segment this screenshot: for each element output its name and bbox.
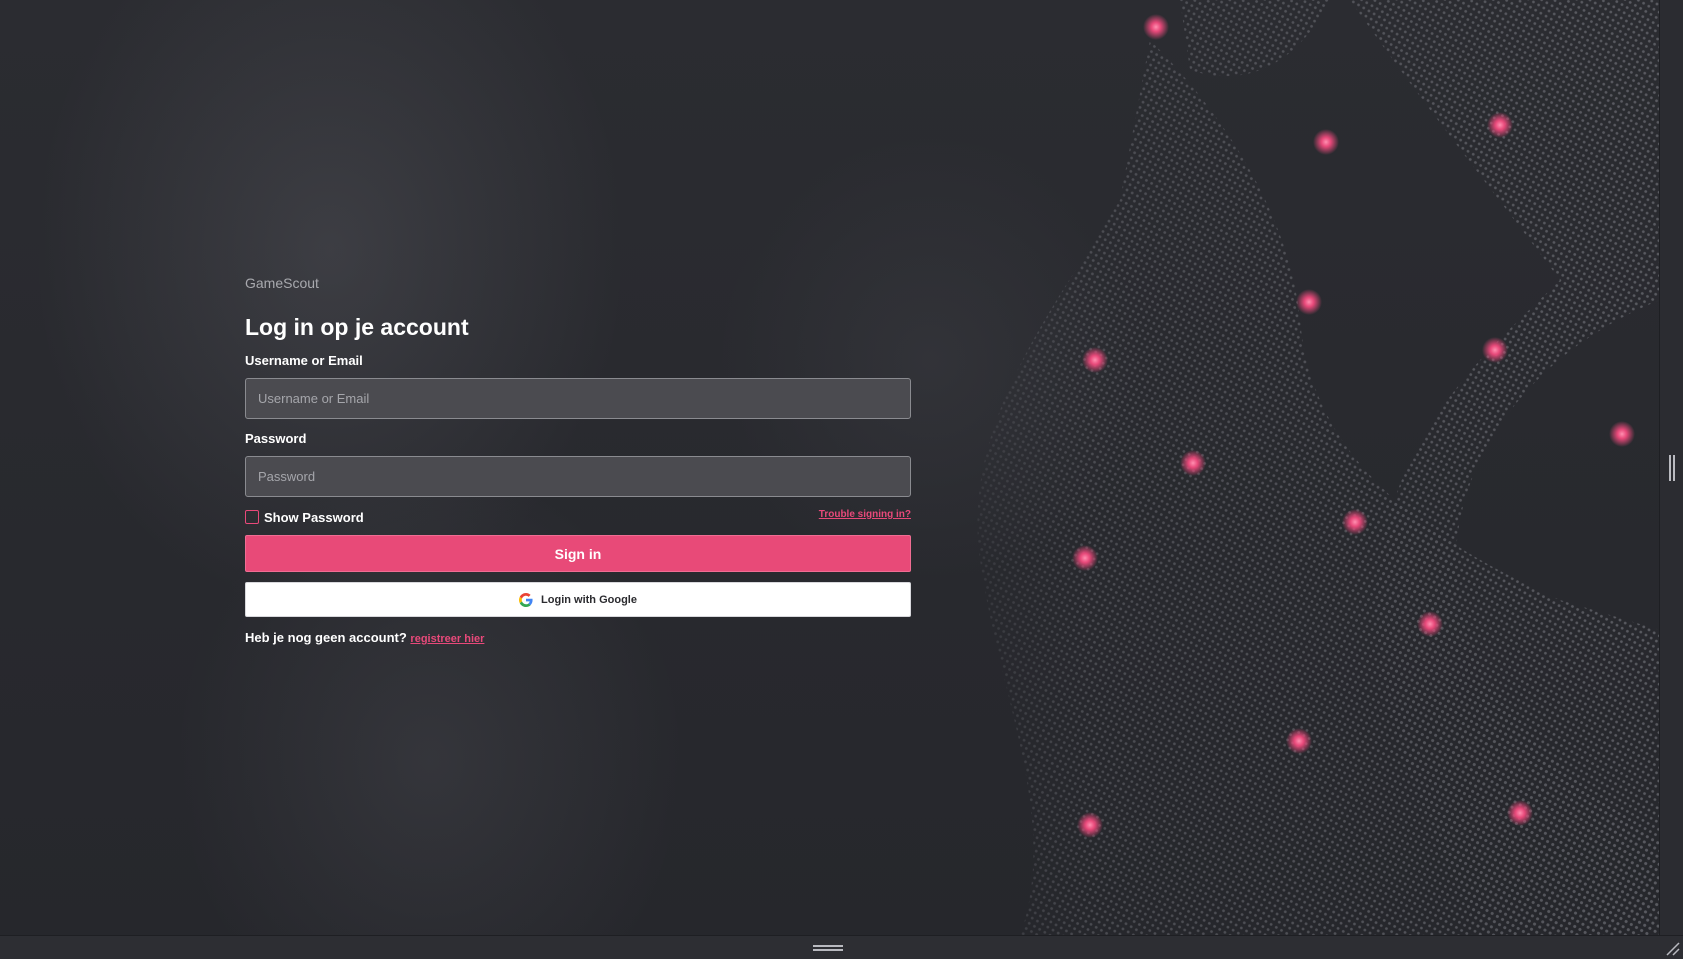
register-prompt: Heb je nog geen account? registreer hier xyxy=(245,630,484,645)
resize-corner-icon[interactable] xyxy=(1665,941,1681,957)
password-input[interactable] xyxy=(245,456,911,497)
login-page: GameScout Log in op je account Username … xyxy=(0,0,1683,959)
username-label: Username or Email xyxy=(245,353,363,368)
page-viewport: GameScout Log in op je account Username … xyxy=(0,0,1660,936)
vertical-scrollbar[interactable] xyxy=(1659,0,1683,936)
horizontal-grip-icon[interactable] xyxy=(813,945,843,951)
register-prompt-text: Heb je nog geen account? xyxy=(245,630,407,645)
vertical-grip-icon[interactable] xyxy=(1669,455,1675,481)
google-g-icon xyxy=(519,592,533,607)
google-login-button[interactable]: Login with Google xyxy=(245,582,911,617)
google-login-label: Login with Google xyxy=(541,593,637,606)
show-password-row: Show Password xyxy=(245,508,364,526)
username-input[interactable] xyxy=(245,378,911,419)
bottom-resize-bar[interactable] xyxy=(0,935,1683,959)
brand-name: GameScout xyxy=(245,275,319,291)
trouble-signing-in-link[interactable]: Trouble signing in? xyxy=(819,509,911,520)
sign-in-button[interactable]: Sign in xyxy=(245,535,911,572)
show-password-checkbox[interactable] xyxy=(245,510,259,524)
password-label: Password xyxy=(245,431,307,446)
register-link[interactable]: registreer hier xyxy=(410,633,484,645)
show-password-label[interactable]: Show Password xyxy=(264,510,364,525)
page-title: Log in op je account xyxy=(245,314,469,340)
